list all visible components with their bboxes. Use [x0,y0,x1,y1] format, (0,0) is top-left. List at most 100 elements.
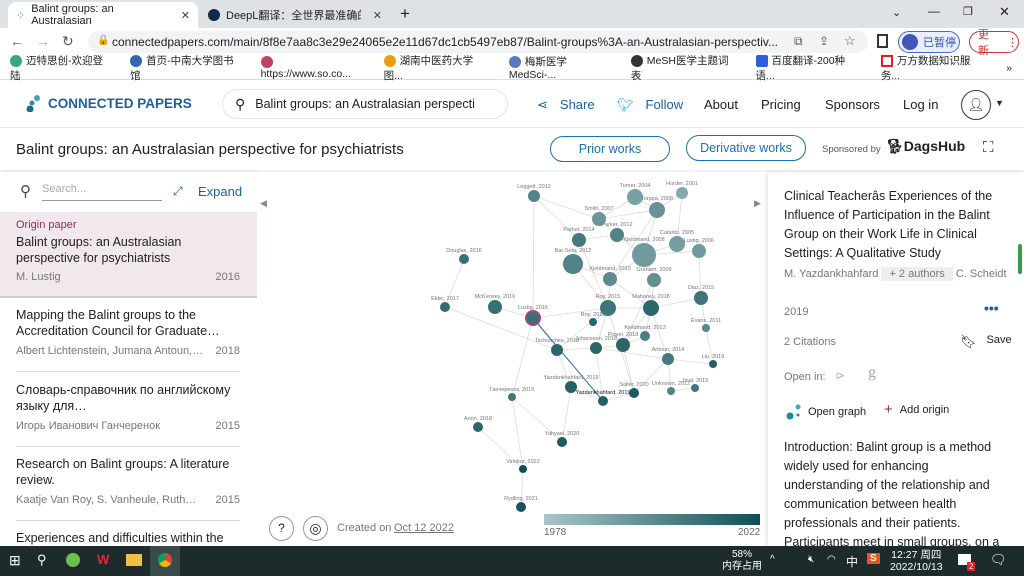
profile-paused-button[interactable]: 已暂停 [898,31,960,53]
close-tab-icon[interactable]: ✕ [373,9,382,22]
semantic-scholar-icon[interactable]: ⪧ [836,366,844,383]
wps-icon[interactable]: W [97,552,109,567]
windows-taskbar: ⊞ ⚲ W 58% 内存占用 ^ 🔇︎ ◠ 中 S 12:27 周四 2022/10… [0,546,1024,576]
graph-node[interactable]: Graham, 2009 [636,267,672,287]
recenter-icon[interactable]: ◎ [303,516,328,541]
ime-indicator[interactable]: 中 [846,553,858,570]
url-field[interactable]: 🔒 connectedpapers.com/main/8f8e7aa8c3e29… [88,31,868,53]
sponsors-link[interactable]: Sponsors [825,97,880,112]
login-link[interactable]: Log in [903,97,938,112]
graph-node[interactable]: Leggett, 2012 [517,184,551,202]
graph-node[interactable]: Ганчеренок, 2015 [490,387,535,401]
bookmark[interactable]: 迈特思创-欢迎登陆 [10,53,112,83]
bookmark[interactable]: https://www.so.co... [260,55,366,80]
graph-node[interactable]: Yahyaei, 2020 [545,431,580,447]
graph-node[interactable]: Elder, 2017 [431,296,459,312]
created-date-link[interactable]: Oct 12 2022 [394,522,454,534]
graph-node[interactable]: Anon, 2018 [464,416,492,432]
graph-node[interactable]: Bar-Sela, 2012 [555,248,592,274]
bookmark[interactable]: 百度翻译-200种语... [755,53,863,83]
citation-graph[interactable]: Leggett, 2012 Turner, 2004 Horder, 2001 Tor… [257,172,768,546]
new-tab-button[interactable]: + [400,4,410,24]
dagshub-logo[interactable]: 🐕︎DagsHub [886,138,965,155]
google-scholar-icon[interactable]: g [868,364,876,382]
selected-node[interactable]: Yazdankhahfard, 2019 [576,390,631,406]
graph-node[interactable]: Antoun, 2014 [652,347,685,365]
action-center-icon[interactable]: 🗨︎ [990,552,1007,568]
tray-expand-icon[interactable]: ^ [770,554,775,565]
chrome-taskbar-button[interactable] [150,546,180,576]
graph-node[interactable]: Rydling, 2021 [504,496,538,512]
graph-node[interactable]: Tschuschke, 2018 [535,338,579,356]
search-input[interactable]: ⚲ Balint groups: an Australasian perspect… [222,89,508,119]
graph-node[interactable]: Liu, 2019 [702,354,725,368]
wifi-icon[interactable]: ◠ [827,554,836,565]
chevron-down-icon[interactable]: ▼ [995,98,1004,108]
share-button[interactable]: ⋖ Share [537,97,595,113]
reload-button[interactable]: ↻ [62,33,74,50]
sidebar-icon[interactable] [877,34,888,48]
forward-button[interactable]: → [36,33,50,49]
account-icon[interactable]: 👤︎ [961,90,991,120]
graph-node[interactable]: Lustig, 2006 [684,238,714,258]
add-origin-button[interactable]: + Add origin [884,402,949,417]
graph-node[interactable]: Kjeldmand, 2008 [623,237,665,267]
back-button[interactable]: ← [10,33,24,49]
volume-muted-icon[interactable]: 🔇︎ [808,554,814,565]
expand-icon[interactable]: ⤢ [173,184,183,199]
search-icon[interactable]: ⚲ [37,552,47,568]
follow-button[interactable]: 🐦︎ Follow [617,97,683,113]
logo[interactable]: CONNECTED PAPERS [26,94,192,112]
save-button[interactable]: 🔖︎ Save [960,334,1012,350]
graph-canvas[interactable]: ◀ ▶ Leggett, 2012 Turner, 2004 Horder, 200… [257,172,768,546]
tab-search-icon[interactable]: ⌄ [892,6,901,19]
about-link[interactable]: About [704,97,738,112]
graph-node[interactable]: Evans, 2011 [691,318,721,332]
graph-node[interactable]: Vinokur, 2022 [506,459,540,473]
pricing-link[interactable]: Pricing [761,97,801,112]
more-authors-button[interactable]: + 2 authors [881,267,953,281]
windows-start-icon[interactable]: ⊞ [9,552,21,569]
clock[interactable]: 12:27 周四 2022/10/13 [890,549,943,573]
update-button[interactable]: 更新 ⋮ [969,29,1019,57]
bookmark[interactable]: 首页-中南大学图书馆 [130,53,242,83]
bookmark[interactable]: 湖南中医药大学图... [383,53,491,83]
origin-paper-item[interactable]: Origin paper Balint groups: an Australas… [0,212,257,298]
open-graph-button[interactable]: Open graph [786,404,866,420]
bookmark[interactable]: MeSH医学主题词表 [630,53,738,83]
help-button[interactable]: ? [269,516,294,541]
close-window-button[interactable]: ✕ [999,4,1010,20]
share-icon[interactable]: ⇪ [819,34,829,48]
graph-node[interactable]: Kjeldmand, 2010 [589,266,631,286]
tab-connected-papers[interactable]: ⁘ Balint groups: an Australasian ✕ [8,2,198,28]
graph-node[interactable]: Roy, 2018 [581,312,606,326]
minimize-button[interactable]: — [928,4,940,18]
file-explorer-icon[interactable] [126,554,142,566]
expand-button[interactable]: Expand [198,184,242,199]
close-tab-icon[interactable]: ✕ [181,9,190,22]
bookmark[interactable]: 梅斯医学MedSci-... [508,54,613,81]
graph-node[interactable]: Douglas, 2016 [446,248,482,264]
graph-node[interactable]: Johansson, 2018 [575,336,617,354]
list-item[interactable]: Словарь-справочник по английскому языку … [16,383,240,447]
list-search-input[interactable]: Search... [42,183,162,201]
tab-deepl[interactable]: DeepL翻译：全世界最准确的翻✕ [200,2,390,28]
sogou-icon[interactable]: S [867,553,880,564]
app-icon[interactable] [66,553,80,567]
list-item[interactable]: Experiences and difficulties within the [16,531,240,546]
restore-button[interactable]: ❐ [963,5,973,18]
graph-node[interactable]: Parker, 2014 [563,227,595,247]
list-item[interactable]: Mapping the Balint groups to the Accredi… [16,308,240,372]
prior-works-button[interactable]: Prior works [550,136,670,162]
scrollbar[interactable] [1018,244,1022,274]
bookmark-star-icon[interactable]: ☆ [844,33,856,49]
derivative-works-button[interactable]: Derivative works [686,135,806,161]
graph-node[interactable]: Diaz, 2015 [688,285,714,305]
bookmark[interactable]: 万方数据知识服务... [880,53,988,83]
more-options-icon[interactable]: ••• [984,300,999,316]
graph-node[interactable]: Player, 2018 [608,332,639,352]
list-item[interactable]: Research on Balint groups: A literature … [16,457,240,521]
graph-node[interactable]: Torppa, 2008 [641,196,673,218]
translate-icon[interactable]: ⧉ [794,34,803,49]
fullscreen-icon[interactable]: ⛶ [983,139,994,156]
